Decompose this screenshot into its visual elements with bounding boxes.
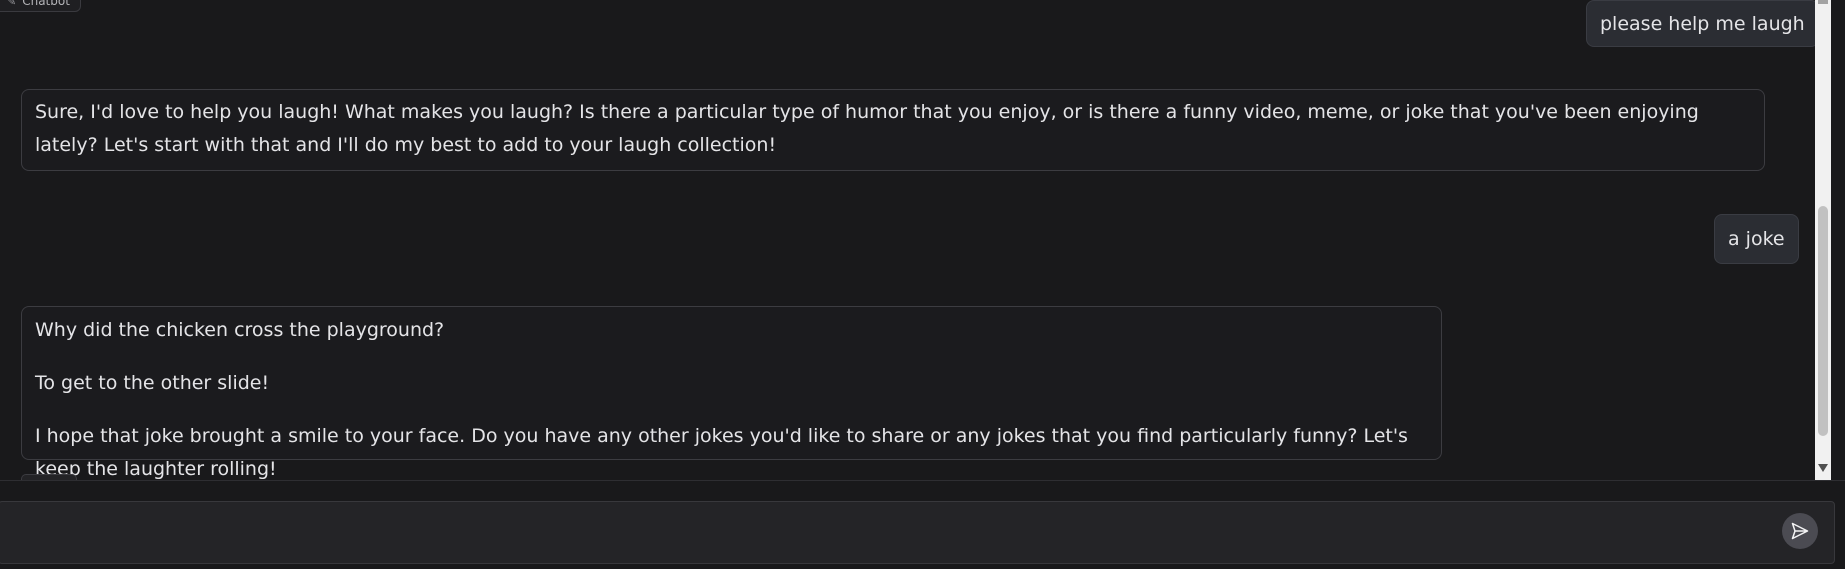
bot-message: Sure, I'd love to help you laugh! What m… bbox=[21, 89, 1765, 171]
send-button[interactable] bbox=[1782, 513, 1818, 549]
bot-message-paragraph: To get to the other slide! bbox=[35, 372, 270, 394]
chatbot-label: ✎ Chatbot bbox=[0, 0, 81, 12]
scrollbar[interactable] bbox=[1815, 0, 1831, 480]
send-icon bbox=[1791, 522, 1809, 540]
message-input-container bbox=[0, 501, 1835, 564]
chat-icon: ✎ bbox=[7, 0, 17, 8]
bot-message-paragraph: Why did the chicken cross the playground… bbox=[35, 319, 445, 341]
chat-app: ✎ Chatbot please help me laugh Sure, I'd… bbox=[0, 0, 1845, 569]
user-message: please help me laugh bbox=[1586, 0, 1819, 47]
bot-message-paragraph: Sure, I'd love to help you laugh! What m… bbox=[35, 101, 1699, 156]
chatbot-label-text: Chatbot bbox=[22, 0, 70, 8]
user-message-text: please help me laugh bbox=[1600, 13, 1805, 35]
user-message: a joke bbox=[1714, 214, 1799, 264]
scroll-up-arrow-icon[interactable] bbox=[1818, 0, 1828, 4]
bot-message: Why did the chicken cross the playground… bbox=[21, 306, 1442, 480]
message-input[interactable] bbox=[13, 512, 1757, 556]
scrollbar-thumb[interactable] bbox=[1818, 206, 1828, 436]
scroll-down-arrow-icon[interactable] bbox=[1818, 464, 1828, 472]
chat-history: ✎ Chatbot please help me laugh Sure, I'd… bbox=[0, 0, 1845, 480]
bot-message-paragraph: I hope that joke brought a smile to your… bbox=[35, 425, 1408, 480]
user-message-text: a joke bbox=[1728, 228, 1785, 250]
divider bbox=[0, 480, 1845, 481]
